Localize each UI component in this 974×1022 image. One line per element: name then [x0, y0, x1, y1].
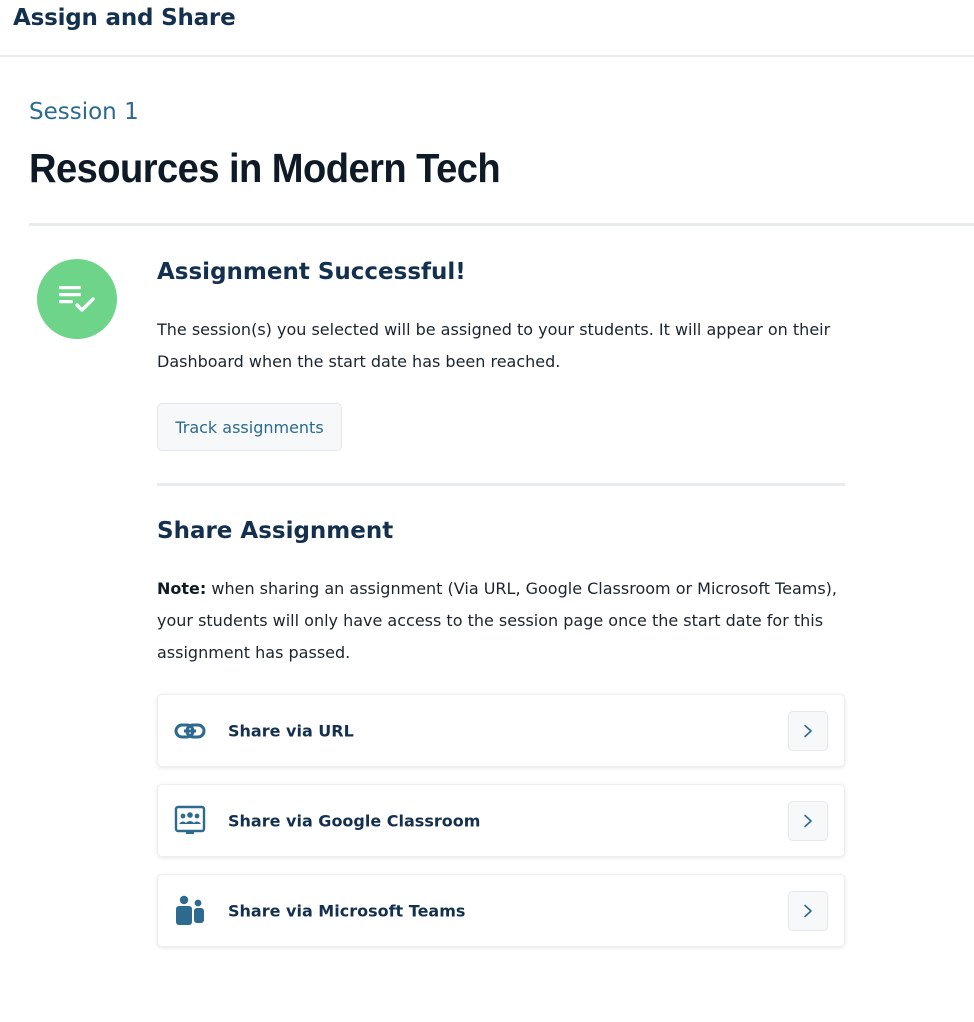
chevron-right-icon [804, 904, 812, 917]
share-microsoft-teams-card[interactable]: Share via Microsoft Teams [157, 874, 845, 947]
link-icon [173, 714, 207, 748]
share-google-classroom-card[interactable]: Share via Google Classroom [157, 784, 845, 857]
success-badge [37, 259, 117, 339]
page-header: Assign and Share [0, 0, 974, 57]
google-classroom-icon [173, 804, 207, 838]
chevron-right-icon [804, 814, 812, 827]
note-text: when sharing an assignment (Via URL, Goo… [157, 579, 837, 662]
chevron-right-icon [804, 724, 812, 737]
share-google-classroom-chevron-button[interactable] [788, 800, 828, 841]
share-url-chevron-button[interactable] [788, 710, 828, 751]
checklist-icon [59, 286, 95, 312]
success-text: The session(s) you selected will be assi… [157, 320, 831, 371]
success-heading: Assignment Successful! [157, 259, 466, 285]
share-microsoft-teams-label: Share via Microsoft Teams [228, 901, 466, 920]
share-note: Note: when sharing an assignment (Via UR… [157, 573, 845, 669]
header-title: Assign and Share [13, 5, 236, 31]
session-label: Session 1 [29, 99, 139, 125]
share-microsoft-teams-chevron-button[interactable] [788, 890, 828, 931]
microsoft-teams-icon [173, 894, 207, 928]
share-google-classroom-label: Share via Google Classroom [228, 811, 481, 830]
share-url-card[interactable]: Share via URL [157, 694, 845, 767]
section-divider [157, 483, 845, 486]
page-title: Resources in Modern Tech [29, 145, 501, 191]
share-heading: Share Assignment [157, 518, 394, 544]
title-divider [29, 223, 974, 226]
track-assignments-button[interactable]: Track assignments [157, 403, 342, 451]
share-url-label: Share via URL [228, 721, 354, 740]
note-label: Note: [157, 579, 207, 598]
